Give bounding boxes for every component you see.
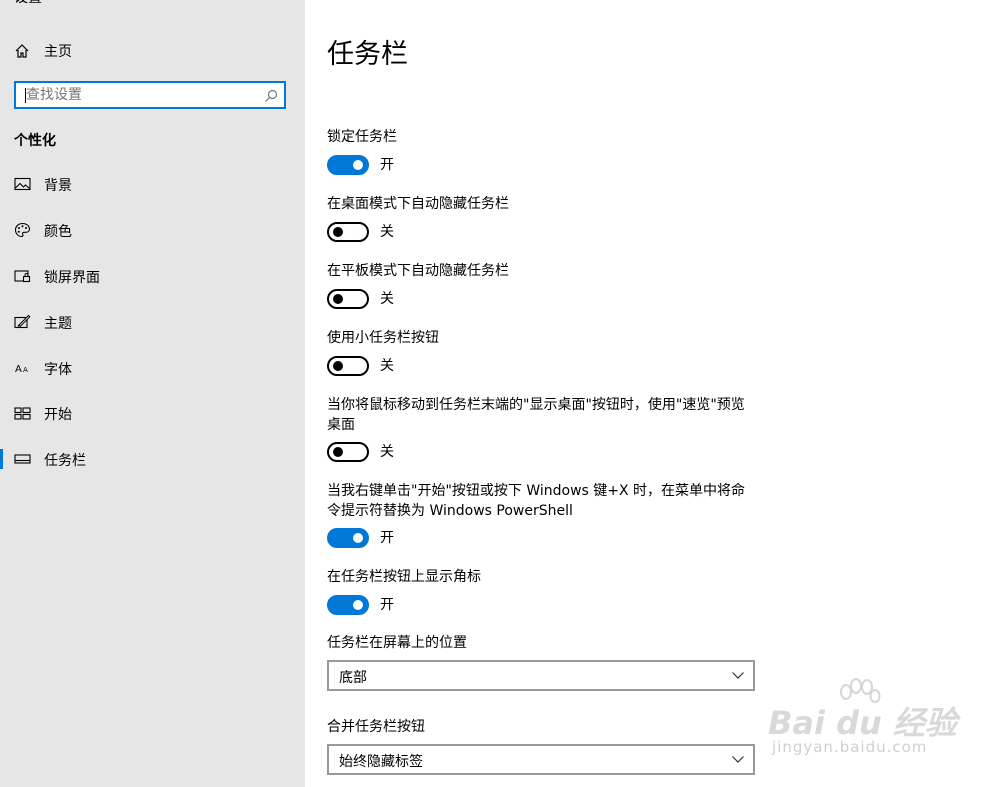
peek-toggle[interactable] [327, 442, 369, 462]
palette-icon [14, 222, 31, 238]
toggle-state-label: 开 [380, 530, 394, 546]
toggle-state-label: 关 [380, 358, 394, 374]
sidebar-item-taskbar[interactable]: 任务栏 [0, 444, 305, 474]
selection-indicator [0, 449, 3, 469]
setting-label-lock-taskbar: 锁定任务栏 [327, 129, 397, 145]
setting-label-badges: 在任务栏按钮上显示角标 [327, 569, 481, 585]
toggle-knob [333, 294, 343, 304]
setting-label-autohide-desktop: 在桌面模式下自动隐藏任务栏 [327, 196, 509, 212]
toggle-state-label: 关 [380, 291, 394, 307]
autohide-desktop-toggle[interactable] [327, 222, 369, 242]
search-box[interactable] [14, 81, 286, 109]
sidebar: 设置 主页 个性化 背景 [0, 0, 305, 787]
sidebar-item-background[interactable]: 背景 [0, 169, 305, 199]
sidebar-item-themes[interactable]: 主题 [0, 307, 305, 337]
setting-label-position: 任务栏在屏幕上的位置 [327, 635, 467, 651]
sidebar-item-label: 主题 [44, 316, 72, 332]
toggle-knob [333, 227, 343, 237]
theme-brush-icon [14, 314, 31, 329]
page-title: 任务栏 [327, 39, 408, 70]
home-nav-item[interactable]: 主页 [14, 40, 72, 62]
dropdown-value: 底部 [339, 670, 367, 686]
window-title: 设置 [14, 0, 42, 5]
autohide-tablet-toggle[interactable] [327, 289, 369, 309]
toggle-state-label: 关 [380, 224, 394, 240]
toggle-state-label: 开 [380, 157, 394, 173]
home-label: 主页 [44, 44, 72, 60]
toggle-state-label: 开 [380, 597, 394, 613]
svg-text:A: A [23, 366, 28, 374]
sidebar-item-label: 背景 [44, 178, 72, 194]
sidebar-item-label: 颜色 [44, 224, 72, 240]
sidebar-item-lock-screen[interactable]: 锁屏界面 [0, 261, 305, 291]
toggle-state-label: 关 [380, 444, 394, 460]
setting-label-small-buttons: 使用小任务栏按钮 [327, 330, 439, 346]
chevron-down-icon [732, 756, 744, 763]
toggle-knob [353, 160, 363, 170]
sidebar-item-start[interactable]: 开始 [0, 398, 305, 428]
settings-window: 设置 主页 个性化 背景 [0, 0, 1000, 787]
home-icon [15, 44, 29, 58]
dropdown-value: 始终隐藏标签 [339, 754, 423, 770]
lock-taskbar-toggle[interactable] [327, 155, 369, 175]
sidebar-item-colors[interactable]: 颜色 [0, 215, 305, 245]
toggle-knob [333, 361, 343, 371]
section-title: 个性化 [14, 133, 56, 149]
search-input[interactable] [26, 83, 261, 107]
toggle-knob [333, 447, 343, 457]
svg-text:A: A [15, 364, 22, 375]
sidebar-item-fonts[interactable]: A A 字体 [0, 353, 305, 383]
badges-toggle[interactable] [327, 595, 369, 615]
main-content: 任务栏 锁定任务栏 开 在桌面模式下自动隐藏任务栏 关 在平板模式下自动隐藏任务… [305, 0, 1000, 787]
setting-label-combine: 合并任务栏按钮 [327, 719, 425, 735]
chevron-down-icon [732, 672, 744, 679]
taskbar-position-dropdown[interactable]: 底部 [327, 660, 755, 691]
search-icon[interactable] [263, 88, 279, 104]
lock-screen-icon [14, 270, 31, 283]
setting-label-autohide-tablet: 在平板模式下自动隐藏任务栏 [327, 263, 509, 279]
picture-icon [14, 177, 31, 191]
sidebar-item-label: 开始 [44, 407, 72, 423]
toggle-knob [353, 533, 363, 543]
toggle-knob [353, 600, 363, 610]
small-buttons-toggle[interactable] [327, 356, 369, 376]
start-tiles-icon [14, 407, 31, 420]
font-icon: A A [15, 364, 28, 375]
taskbar-icon [14, 454, 31, 464]
sidebar-item-label: 字体 [44, 362, 72, 378]
powershell-toggle[interactable] [327, 528, 369, 548]
setting-label-peek: 当你将鼠标移动到任务栏末端的"显示桌面"按钮时，使用"速览"预览桌面 [327, 397, 745, 433]
sidebar-item-label: 锁屏界面 [44, 270, 100, 286]
combine-buttons-dropdown[interactable]: 始终隐藏标签 [327, 744, 755, 775]
setting-label-powershell: 当我右键单击"开始"按钮或按下 Windows 键+X 时，在菜单中将命令提示符… [327, 483, 746, 519]
sidebar-item-label: 任务栏 [44, 453, 86, 469]
